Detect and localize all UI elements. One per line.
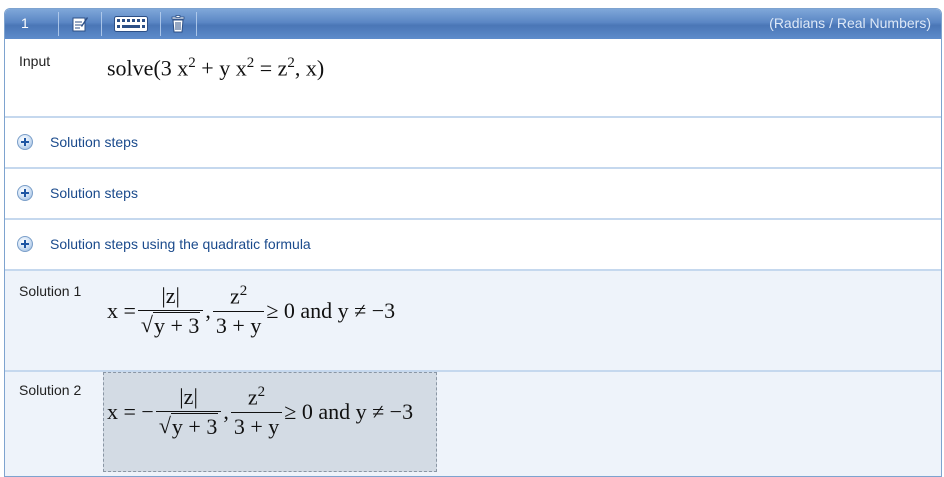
solution-steps-row[interactable]: Solution steps <box>5 118 941 169</box>
toolbar-separator <box>160 12 161 36</box>
fraction: |z| √ y + 3 <box>137 283 204 339</box>
solution-row[interactable]: Solution 2 x = − |z| √ y + 3 , z2 3 + y ≥… <box>5 372 941 476</box>
expand-plus-icon[interactable] <box>17 134 33 150</box>
numerator: z2 <box>245 384 268 411</box>
numerator: |z| <box>179 384 198 409</box>
input-label: Input <box>19 53 51 69</box>
solution-label: Solution 2 <box>19 382 82 398</box>
worksheet-cell: 1 (Radians / Real Numbers) Input solve(3… <box>4 8 942 477</box>
solution-expression[interactable]: x = |z| √ y + 3 , z2 3 + y ≥ 0 and y ≠ −3 <box>107 283 395 339</box>
denominator: √ y + 3 <box>155 411 222 440</box>
condition: ≥ 0 and y ≠ −3 <box>266 298 396 323</box>
solve-function: solve <box>107 55 154 81</box>
keyboard-button[interactable] <box>111 12 151 36</box>
solution-row[interactable]: Solution 1 x = |z| √ y + 3 , z2 3 + y ≥ 0… <box>5 271 941 372</box>
term-yx: + y x <box>195 55 247 81</box>
fraction: z2 3 + y <box>212 283 265 339</box>
edit-icon <box>72 17 88 32</box>
denominator: 3 + y <box>212 310 265 339</box>
cell-number: 1 <box>21 15 29 31</box>
solution-expression[interactable]: x = − |z| √ y + 3 , z2 3 + y ≥ 0 and y ≠ … <box>107 384 413 440</box>
steps-label[interactable]: Solution steps <box>50 185 138 201</box>
solution-steps-row[interactable]: Solution steps using the quadratic formu… <box>5 220 941 271</box>
delete-button[interactable] <box>163 12 193 36</box>
base: z <box>247 384 258 410</box>
fraction: |z| √ y + 3 <box>155 384 222 440</box>
toolbar-separator <box>196 12 197 36</box>
condition: ≥ 0 and y ≠ −3 <box>284 399 414 424</box>
rhs-z: = z <box>254 55 288 81</box>
edit-button[interactable] <box>65 12 95 36</box>
lhs: x = − <box>107 399 154 424</box>
toolbar-separator <box>101 12 102 36</box>
denominator: 3 + y <box>230 411 283 440</box>
term-3x: 3 x <box>160 55 189 81</box>
steps-label[interactable]: Solution steps <box>50 134 138 150</box>
keyboard-icon <box>114 16 148 32</box>
exponent: 2 <box>239 283 248 300</box>
numerator: z2 <box>227 283 250 310</box>
numerator: |z| <box>161 283 180 308</box>
denominator: √ y + 3 <box>137 310 204 339</box>
expand-plus-icon[interactable] <box>17 236 33 252</box>
angle-mode-indicator: (Radians / Real Numbers) <box>769 15 931 31</box>
cell-toolbar: 1 (Radians / Real Numbers) <box>5 9 941 39</box>
variable-x: , x) <box>294 55 325 81</box>
steps-label[interactable]: Solution steps using the quadratic formu… <box>50 236 311 252</box>
lhs: x = <box>107 298 136 323</box>
sqrt: √ y + 3 <box>158 413 219 439</box>
toolbar-separator <box>58 12 59 36</box>
radicand: y + 3 <box>170 413 219 439</box>
trash-icon <box>171 15 185 33</box>
fraction: z2 3 + y <box>230 384 283 440</box>
exponent: 2 <box>188 55 196 71</box>
exponent: 2 <box>287 55 295 71</box>
solution-steps-row[interactable]: Solution steps <box>5 169 941 220</box>
sqrt: √ y + 3 <box>140 312 201 338</box>
expand-plus-icon[interactable] <box>17 185 33 201</box>
base: z <box>230 283 240 309</box>
exponent: 2 <box>257 384 266 401</box>
solution-label: Solution 1 <box>19 283 82 299</box>
input-row[interactable]: Input solve(3 x2 + y x2 = z2, x) <box>5 39 941 118</box>
input-expression[interactable]: solve(3 x2 + y x2 = z2, x) <box>107 55 324 81</box>
radicand: y + 3 <box>153 312 201 338</box>
